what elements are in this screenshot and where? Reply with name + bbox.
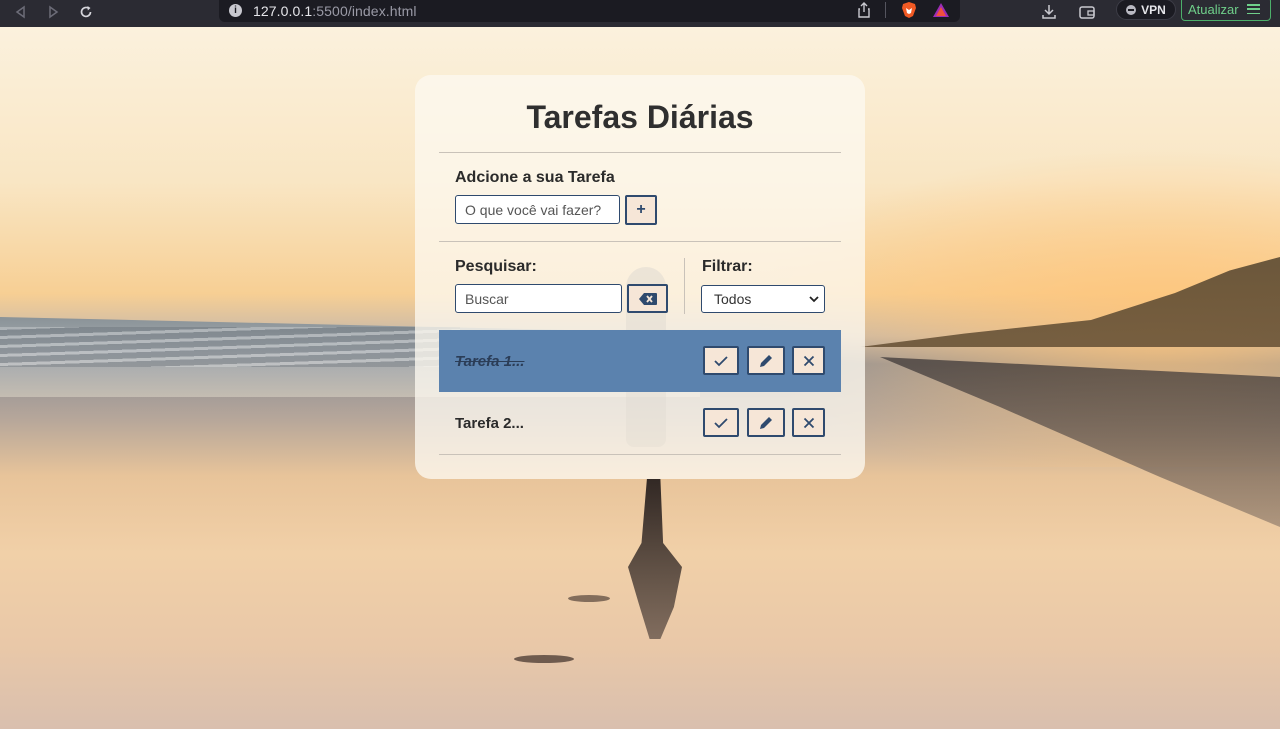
back-icon[interactable] <box>10 1 32 23</box>
divider <box>684 258 685 314</box>
site-info-icon[interactable]: i <box>229 4 242 17</box>
close-icon <box>803 417 814 428</box>
add-task-input[interactable] <box>455 195 620 224</box>
reload-icon[interactable] <box>75 1 97 23</box>
browser-toolbar: i 127.0.0.1:5500/index.html VPN Atualiza… <box>0 0 1280 27</box>
filter-label: Filtrar: <box>702 258 753 275</box>
update-button[interactable]: Atualizar <box>1181 0 1271 21</box>
address-bar[interactable]: i 127.0.0.1:5500/index.html <box>219 0 960 22</box>
chevron-down-icon <box>809 296 819 303</box>
delete-button[interactable] <box>792 346 825 375</box>
todo-item: Tarefa 2... <box>439 392 841 454</box>
background-waves <box>0 327 460 367</box>
background-ripple <box>514 655 574 663</box>
wallet-icon[interactable] <box>1078 3 1096 21</box>
add-task-button[interactable]: + <box>625 195 657 225</box>
filter-selected-value: Todos <box>714 291 752 307</box>
check-icon <box>714 417 728 428</box>
search-label: Pesquisar: <box>455 258 537 275</box>
divider <box>439 454 841 455</box>
todo-card: Tarefas Diárias Adcione a sua Tarefa + P… <box>415 75 865 479</box>
pencil-icon <box>760 416 772 429</box>
page-title: Tarefas Diárias <box>526 99 754 135</box>
download-icon[interactable] <box>1040 3 1058 21</box>
pencil-icon <box>760 354 772 367</box>
filter-select[interactable]: Todos <box>701 285 825 313</box>
check-icon <box>714 355 728 366</box>
complete-button[interactable] <box>703 346 739 375</box>
forward-icon[interactable] <box>42 1 64 23</box>
divider <box>439 241 841 242</box>
todo-item: Tarefa 1... <box>439 330 841 392</box>
close-icon <box>803 355 814 366</box>
vpn-button[interactable]: VPN <box>1116 0 1176 20</box>
vpn-label: VPN <box>1141 2 1166 17</box>
complete-button[interactable] <box>703 408 739 437</box>
edit-button[interactable] <box>747 346 785 375</box>
background-reflection <box>628 479 682 639</box>
background-ripple <box>568 595 610 602</box>
divider <box>885 2 886 18</box>
add-task-label: Adcione a sua Tarefa <box>455 169 615 186</box>
share-icon[interactable] <box>857 2 871 18</box>
backspace-icon <box>638 292 657 305</box>
todo-text: Tarefa 1... <box>455 352 525 370</box>
update-label: Atualizar <box>1188 1 1239 17</box>
search-input[interactable] <box>455 284 622 313</box>
brave-rewards-icon[interactable] <box>932 2 950 18</box>
edit-button[interactable] <box>747 408 785 437</box>
page-background: Tarefas Diárias Adcione a sua Tarefa + P… <box>0 27 1280 729</box>
todo-text: Tarefa 2... <box>455 414 524 432</box>
divider <box>439 152 841 153</box>
menu-icon <box>1246 4 1260 14</box>
brave-shields-icon[interactable] <box>900 1 918 19</box>
vpn-status-icon <box>1126 4 1137 15</box>
url-text[interactable]: 127.0.0.1:5500/index.html <box>253 3 417 19</box>
clear-search-button[interactable] <box>627 284 668 313</box>
delete-button[interactable] <box>792 408 825 437</box>
